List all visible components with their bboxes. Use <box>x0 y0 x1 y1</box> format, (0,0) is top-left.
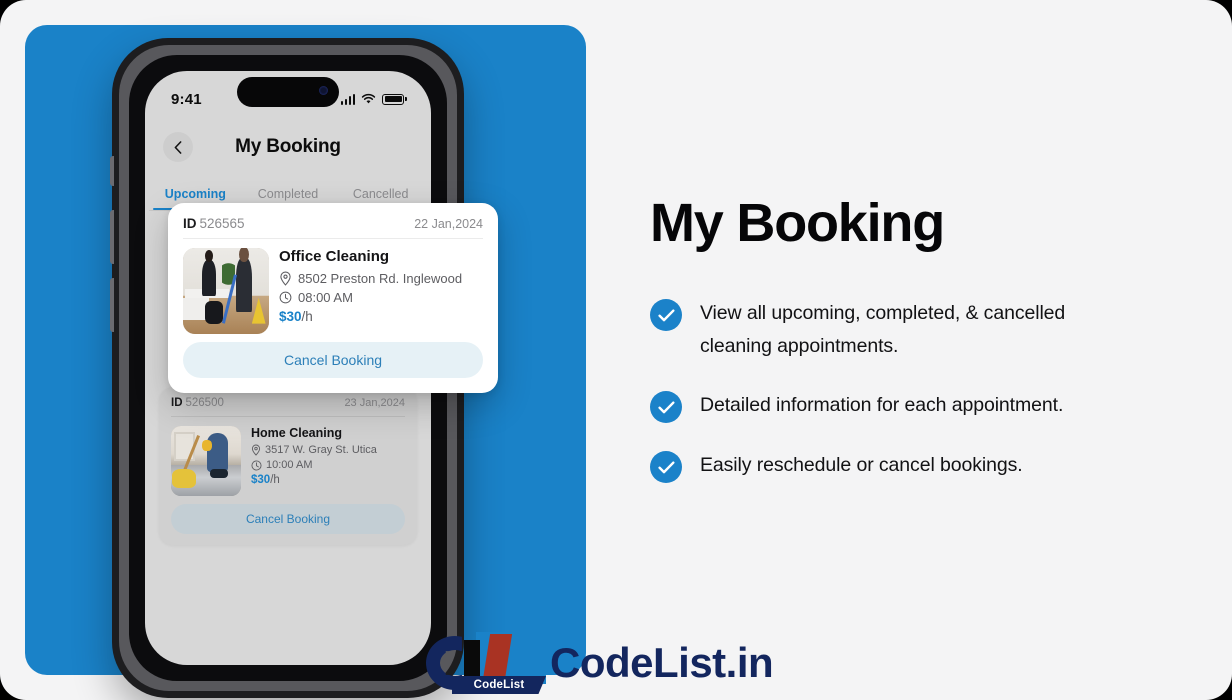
service-price: $30/h <box>251 474 405 486</box>
booking-card-header: ID 526565 22 Jan,2024 <box>183 216 483 238</box>
check-circle-icon <box>650 451 682 484</box>
phone-volume-up-button[interactable] <box>110 210 114 264</box>
location-text: 3517 W. Gray St. Utica <box>265 444 377 456</box>
dynamic-island <box>237 77 339 107</box>
booking-details: Office Cleaning 8502 Preston Rd. Inglewo… <box>279 248 483 334</box>
service-location: 8502 Preston Rd. Inglewood <box>279 271 483 286</box>
map-pin-icon <box>280 271 291 286</box>
location-text: 8502 Preston Rd. Inglewood <box>298 271 463 286</box>
feature-item: Detailed information for each appointmen… <box>650 389 1120 424</box>
feature-text: View all upcoming, completed, & cancelle… <box>700 302 1066 358</box>
booking-id-label: ID <box>171 397 183 409</box>
back-button[interactable] <box>163 132 193 162</box>
page-root: 9:41 My Booking Upcoming Completed Cance… <box>0 0 1232 700</box>
check-circle-icon <box>650 391 682 424</box>
booking-details: Home Cleaning 3517 W. Gray St. Utica 10:… <box>251 426 405 496</box>
home-cleaning-photo <box>171 426 241 496</box>
office-cleaning-photo <box>183 248 269 334</box>
status-time: 9:41 <box>171 90 202 108</box>
booking-card-2[interactable]: ID 526500 23 Jan,2024 Home Cleaning 3517… <box>159 387 417 545</box>
feature-panel: My Booking View all upcoming, completed,… <box>650 0 1190 700</box>
wifi-icon <box>362 93 376 104</box>
time-text: 08:00 AM <box>298 290 353 305</box>
phone-volume-down-button[interactable] <box>110 278 114 332</box>
booking-date: 22 Jan,2024 <box>414 217 483 231</box>
cancel-booking-button[interactable]: Cancel Booking <box>171 504 405 534</box>
service-time: 10:00 AM <box>251 459 405 471</box>
clock-icon <box>279 291 292 304</box>
booking-id-value: 526500 <box>185 397 224 409</box>
chevron-left-icon <box>174 140 182 154</box>
codelist-logo: CodeList CodeList.in <box>424 632 774 694</box>
check-circle-icon <box>650 299 682 331</box>
service-location: 3517 W. Gray St. Utica <box>251 444 405 456</box>
price-amount: $30 <box>279 309 302 324</box>
service-name: Office Cleaning <box>279 248 390 265</box>
service-time: 08:00 AM <box>279 290 483 305</box>
map-pin-icon <box>251 444 261 456</box>
booking-card-header: ID 526500 23 Jan,2024 <box>171 397 405 416</box>
clock-icon <box>251 459 262 471</box>
status-indicators <box>340 93 407 105</box>
price-amount: $30 <box>251 474 271 486</box>
booking-id-label: ID <box>183 216 197 231</box>
headline: My Booking <box>650 193 945 253</box>
booking-date: 23 Jan,2024 <box>344 397 405 409</box>
phone-silent-switch[interactable] <box>110 156 114 186</box>
front-camera-icon <box>319 86 328 95</box>
booking-id-value: 526565 <box>199 216 245 231</box>
status-bar: 9:41 <box>145 71 431 121</box>
booking-card-body: Office Cleaning 8502 Preston Rd. Inglewo… <box>183 239 483 342</box>
feature-item: Easily reschedule or cancel bookings. <box>650 449 1120 484</box>
feature-text: Easily reschedule or cancel bookings. <box>700 454 1023 477</box>
price-unit: /h <box>270 474 280 486</box>
battery-icon <box>382 93 407 105</box>
booking-card-body: Home Cleaning 3517 W. Gray St. Utica 10:… <box>171 417 405 504</box>
service-price: $30/h <box>279 309 483 324</box>
feature-list: View all upcoming, completed, & cancelle… <box>650 297 1120 509</box>
logo-ribbon-label: CodeList <box>452 676 546 694</box>
signal-bars-icon <box>340 93 356 105</box>
price-unit: /h <box>301 309 313 324</box>
cancel-booking-button[interactable]: Cancel Booking <box>183 342 483 378</box>
app-header: My Booking <box>145 121 431 173</box>
feature-text: Detailed information for each appointmen… <box>700 394 1064 417</box>
codelist-logo-mark: CodeList <box>424 632 546 694</box>
service-name: Home Cleaning <box>251 426 342 440</box>
booking-card-featured[interactable]: ID 526565 22 Jan,2024 Office Cleaning 85… <box>168 203 498 393</box>
feature-item: View all upcoming, completed, & cancelle… <box>650 297 1120 363</box>
time-text: 10:00 AM <box>266 459 313 471</box>
logo-wordmark: CodeList.in <box>550 639 774 686</box>
